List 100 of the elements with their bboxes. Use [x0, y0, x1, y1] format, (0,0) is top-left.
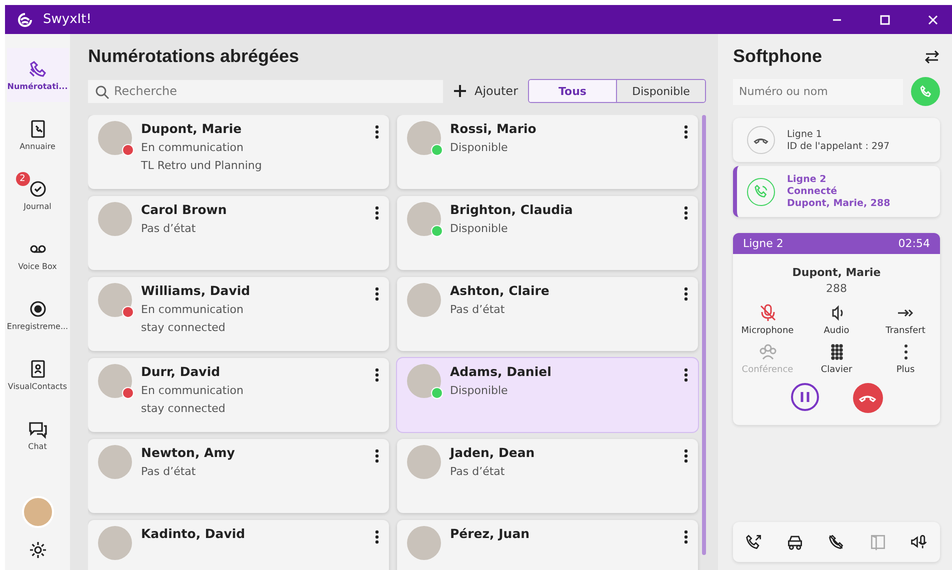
avatar	[98, 121, 132, 155]
contact-name: Adams, Daniel	[450, 364, 552, 379]
contact-status: Disponible	[450, 384, 509, 397]
contact-name: Dupont, Marie	[141, 121, 243, 136]
line-detail: Connecté	[787, 186, 838, 197]
contact-card[interactable]: Kadinto, David	[88, 520, 389, 570]
contact-card[interactable]: Pérez, Juan	[397, 520, 698, 570]
more-icon[interactable]	[684, 530, 688, 544]
contact-card[interactable]: Durr, David En communication stay connected	[88, 358, 389, 432]
contact-name: Pérez, Juan	[450, 526, 531, 541]
contact-name: Jaden, Dean	[450, 445, 536, 460]
avatar	[407, 121, 441, 155]
sidebar-item[interactable]: VisualContacts	[6, 348, 68, 402]
avatar	[407, 526, 441, 560]
contact-card[interactable]: Rossi, Mario Disponible	[397, 115, 698, 189]
line-title: Ligne 1	[787, 128, 823, 140]
caller-name: Dupont, Marie	[792, 266, 881, 279]
contact-card[interactable]: Dupont, Marie En communication TL Retro und Planning	[88, 115, 389, 189]
contact-status: En communication	[141, 303, 244, 316]
caller-number: 288	[826, 282, 847, 295]
filter-tab[interactable]: Tous	[529, 80, 617, 102]
more-icon[interactable]	[375, 368, 379, 382]
avatar	[407, 364, 441, 398]
more-icon[interactable]	[684, 125, 688, 139]
contact-card[interactable]: Jaden, Dean Pas d’état	[397, 439, 698, 513]
call-header: Ligne 2 02:54	[733, 233, 940, 254]
more-icon[interactable]	[684, 449, 688, 463]
filter-tab[interactable]: Disponible	[617, 80, 705, 102]
window-title: SwyxIt!	[43, 12, 92, 27]
muted-microphone-icon	[758, 303, 778, 323]
dial-field[interactable]: Numéro ou nom	[733, 78, 903, 104]
contact-status: Pas d’état	[141, 222, 197, 235]
pause-icon	[798, 391, 810, 403]
more-icon[interactable]	[684, 368, 688, 382]
sidebar-item[interactable]: 2 Journal	[6, 168, 68, 222]
crossed-phone-icon[interactable]	[827, 533, 846, 551]
search-field[interactable]: Recherche	[88, 80, 444, 102]
contact-name: Ashton, Claire	[450, 283, 550, 298]
logo-icon	[17, 12, 33, 28]
maximize-icon	[880, 14, 890, 24]
keypad-button[interactable]: Clavier	[802, 342, 871, 375]
more-icon[interactable]	[375, 287, 379, 301]
search-icon	[95, 84, 109, 98]
sidebar-item[interactable]: Annuaire	[6, 108, 68, 162]
record-icon	[28, 299, 48, 319]
line-card[interactable]: Ligne 2 Connecté Dupont, Marie, 288	[733, 166, 940, 217]
contact-card[interactable]: Brighton, Claudia Disponible	[397, 196, 698, 270]
scrollbar[interactable]	[702, 115, 706, 555]
contact-card[interactable]: Ashton, Claire Pas d’état	[397, 277, 698, 351]
more-icon[interactable]	[684, 287, 688, 301]
line-detail: Dupont, Marie, 288	[787, 198, 890, 209]
more-icon[interactable]	[375, 125, 379, 139]
contact-note: stay connected	[141, 402, 226, 415]
more-button[interactable]: Plus	[871, 342, 940, 375]
phone-arrow-icon[interactable]	[744, 533, 763, 551]
settings-icon[interactable]	[28, 540, 48, 560]
people-icon	[758, 342, 778, 362]
contact-name: Williams, David	[141, 283, 252, 298]
contact-card[interactable]: Newton, Amy Pas d’état	[88, 439, 389, 513]
contact-note: TL Retro und Planning	[141, 159, 263, 172]
car-icon[interactable]	[786, 533, 804, 551]
contact-note: stay connected	[141, 321, 226, 334]
hang-up-button[interactable]	[852, 383, 882, 413]
phone-icon	[918, 84, 932, 98]
avatar	[407, 445, 441, 479]
mic-button[interactable]: Microphone	[733, 303, 802, 336]
avatar	[98, 526, 132, 560]
avatar	[98, 445, 132, 479]
phone-icon	[747, 178, 775, 206]
more-icon[interactable]	[375, 206, 379, 220]
sidebar-item[interactable]: Voice Box	[6, 228, 68, 282]
more-icon[interactable]	[375, 449, 379, 463]
line-detail: ID de l'appelant : 297	[787, 140, 890, 152]
audio-button[interactable]: Audio	[802, 303, 871, 336]
contact-card[interactable]: Adams, Daniel Disponible	[397, 358, 698, 432]
avatar	[98, 202, 132, 236]
contact-card[interactable]: Williams, David En communication stay connected	[88, 277, 389, 351]
contact-name: Kadinto, David	[141, 526, 246, 541]
more-icon[interactable]	[684, 206, 688, 220]
avatar	[407, 202, 441, 236]
add-button[interactable]: Ajouter	[453, 84, 518, 98]
contact-name: Rossi, Mario	[450, 121, 538, 136]
hold-button[interactable]	[790, 383, 818, 411]
sidebar-item[interactable]: Enregistreme...	[6, 288, 68, 342]
sidebar-item[interactable]: Numérotati...	[6, 48, 68, 102]
contact-status: Pas d’état	[450, 303, 506, 316]
avatar	[98, 283, 132, 317]
sidebar-item[interactable]: Chat	[6, 408, 68, 462]
phone-icon	[28, 59, 48, 79]
page-title: Numérotations abrégées	[88, 46, 300, 67]
contact-card[interactable]: Carol Brown Pas d’état	[88, 196, 389, 270]
notification-badge: 2	[16, 172, 30, 186]
contact-status: Disponible	[450, 141, 509, 154]
more-icon[interactable]	[375, 530, 379, 544]
speaker-mic-icon[interactable]	[910, 533, 928, 551]
transfer-button[interactable]: Transfert	[871, 303, 940, 336]
line-card[interactable]: Ligne 1 ID de l'appelant : 297	[733, 118, 940, 162]
contact-name: Newton, Amy	[141, 445, 236, 460]
close-icon	[928, 14, 938, 24]
swap-icon[interactable]	[924, 50, 940, 64]
